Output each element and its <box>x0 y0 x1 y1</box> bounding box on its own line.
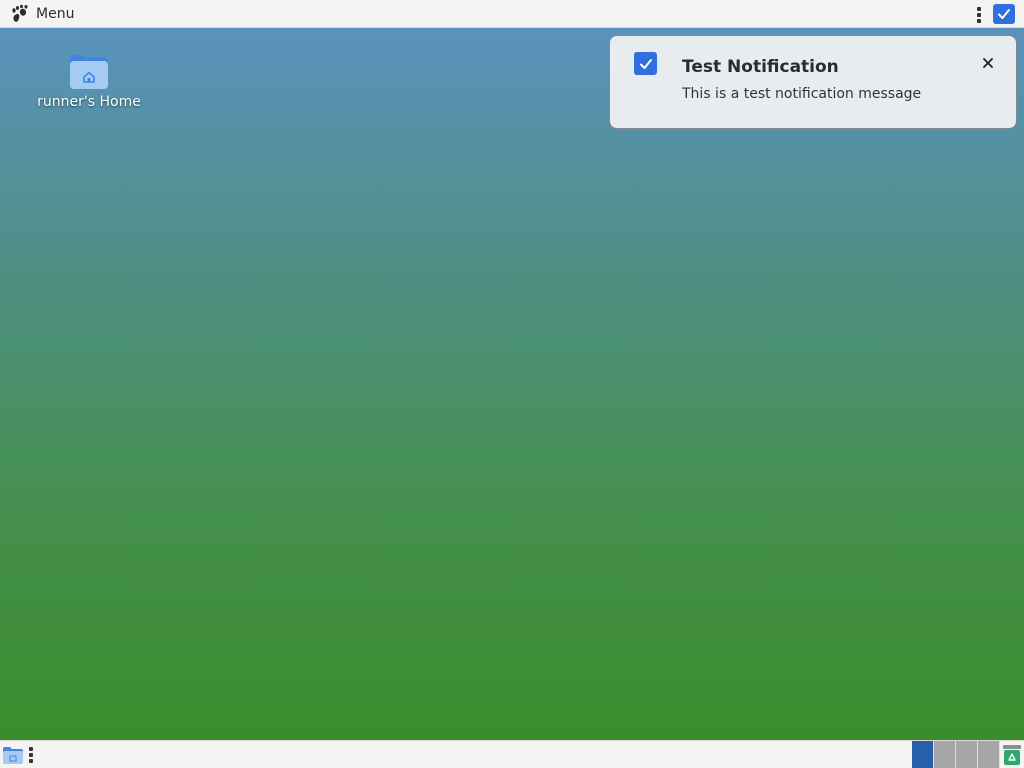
workspace-2[interactable] <box>934 741 956 768</box>
gnome-foot-icon <box>10 4 30 24</box>
checkbox-icon <box>634 52 657 75</box>
applications-menu-button[interactable]: Menu <box>10 3 74 25</box>
notification-checkbox-icon[interactable] <box>993 4 1015 24</box>
panel-handle-icon[interactable] <box>26 746 36 764</box>
desktop: runner's Home <box>0 28 1024 740</box>
notification-body: This is a test notification message <box>682 86 922 102</box>
workspace-3[interactable] <box>956 741 978 768</box>
menu-label: Menu <box>36 6 75 22</box>
workspace-switcher[interactable] <box>912 741 1000 768</box>
close-icon[interactable] <box>978 53 998 73</box>
notification-popup[interactable]: Test Notification This is a test notific… <box>609 35 1017 129</box>
workspace-4[interactable] <box>978 741 1000 768</box>
workspace-1[interactable] <box>912 741 934 768</box>
panel-handle-icon[interactable] <box>974 6 984 23</box>
top-panel: Menu <box>0 0 1024 28</box>
bottom-panel <box>0 740 1024 768</box>
desktop-icon-label: runner's Home <box>37 94 141 110</box>
home-folder-icon <box>70 55 108 89</box>
notification-title: Test Notification <box>682 57 839 77</box>
desktop-icon-home[interactable]: runner's Home <box>30 50 148 110</box>
trash-icon[interactable] <box>1002 744 1022 766</box>
folder-icon[interactable] <box>2 745 24 765</box>
